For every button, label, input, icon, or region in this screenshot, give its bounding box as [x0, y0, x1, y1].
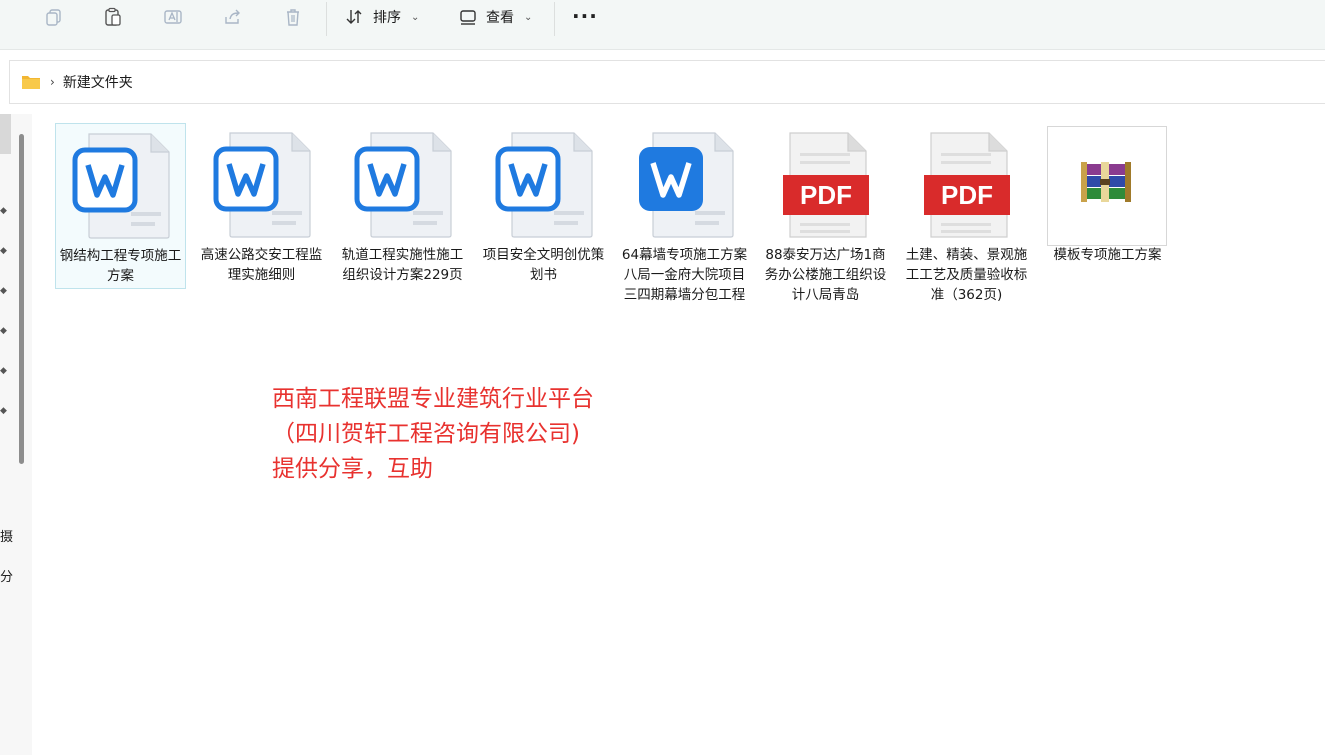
archive-rar-icon [1081, 162, 1131, 202]
share-icon [225, 9, 240, 24]
pdf-badge: PDF [800, 180, 852, 210]
view-button[interactable]: 查看 ⌄ [458, 4, 532, 30]
word-document-icon [213, 132, 311, 238]
file-item[interactable]: 轨道工程实施性施工组织设计方案229页 [337, 123, 468, 289]
word-document-icon [638, 132, 734, 238]
rename-icon [164, 10, 182, 24]
watermark-line: 西南工程联盟专业建筑行业平台 [272, 386, 594, 412]
pin-icon: ◆ [0, 206, 7, 216]
file-item[interactable]: 64幕墙专项施工方案八局一金府大院项目三四期幕墙分包工程 [619, 123, 750, 303]
pdf-document-icon: PDF [782, 132, 869, 238]
address-bar[interactable]: › 新建文件夹 [9, 60, 1325, 104]
word-document-icon [495, 132, 593, 238]
file-item[interactable]: PDF 土建、精装、景观施工工艺及质量验收标准（362页) [901, 123, 1032, 303]
trash-icon [287, 9, 299, 26]
navigation-pane: ◆ ◆ ◆ ◆ ◆ ◆ 摄 分 [0, 114, 32, 755]
copy-icon [46, 9, 61, 26]
file-name: 轨道工程实施性施工组织设计方案229页 [341, 247, 464, 283]
breadcrumb-current-folder[interactable]: 新建文件夹 [63, 72, 133, 92]
breadcrumb-chevron-icon: › [50, 75, 55, 89]
sort-label: 排序 [373, 10, 401, 26]
word-document-icon [354, 132, 452, 238]
file-name: 模板专项施工方案 [1053, 247, 1162, 263]
file-item[interactable]: 项目安全文明创优策划书 [478, 123, 609, 289]
nav-pane-edge [0, 114, 11, 154]
file-name: 64幕墙专项施工方案八局一金府大院项目三四期幕墙分包工程 [621, 247, 748, 303]
pin-icon: ◆ [0, 406, 7, 416]
file-item[interactable]: 钢结构工程专项施工方案 [55, 123, 186, 289]
command-bar: 排序 ⌄ 查看 ⌄ ··· [0, 0, 1325, 50]
more-options-button[interactable]: ··· [572, 4, 598, 28]
word-document-icon [72, 133, 170, 239]
file-name: 高速公路交安工程监理实施细则 [200, 247, 323, 283]
share-button[interactable] [219, 5, 247, 29]
watermark-line: （四川贺轩工程咨询有限公司) [272, 421, 580, 447]
rename-button[interactable] [159, 5, 187, 29]
chevron-down-icon: ⌄ [524, 11, 533, 23]
file-item[interactable]: PDF 88泰安万达广场1商务办公楼施工组织设计八局青岛 [760, 123, 891, 303]
file-list: 钢结构工程专项施工方案 高速公路交安工程监理实施细则 轨道工程实施性施工组织设计… [40, 114, 1325, 755]
pin-icon: ◆ [0, 286, 7, 296]
toolbar-divider [326, 2, 327, 36]
paste-icon [105, 7, 121, 26]
watermark-line: 提供分享，互助 [272, 456, 433, 482]
view-icon [460, 10, 476, 25]
pin-icon: ◆ [0, 366, 7, 376]
watermark-text: 西南工程联盟专业建筑行业平台 （四川贺轩工程咨询有限公司) 提供分享，互助 [272, 382, 594, 487]
folder-icon [22, 76, 40, 89]
sort-icon [346, 10, 362, 24]
file-name: 土建、精装、景观施工工艺及质量验收标准（362页) [905, 247, 1028, 303]
pin-icon: ◆ [0, 326, 7, 336]
nav-item-partial[interactable]: 分 [0, 566, 13, 585]
copy-button[interactable] [40, 5, 68, 29]
pdf-document-icon: PDF [923, 132, 1010, 238]
paste-button[interactable] [99, 5, 127, 29]
nav-scrollbar-thumb[interactable] [19, 134, 24, 464]
chevron-down-icon: ⌄ [411, 11, 420, 23]
pdf-badge: PDF [941, 180, 993, 210]
file-name: 钢结构工程专项施工方案 [59, 248, 182, 284]
sort-button[interactable]: 排序 ⌄ [345, 4, 419, 30]
nav-item-partial[interactable]: 摄 [0, 526, 13, 545]
toolbar-divider [554, 2, 555, 36]
pin-icon: ◆ [0, 246, 7, 256]
file-name: 88泰安万达广场1商务办公楼施工组织设计八局青岛 [764, 247, 887, 303]
file-item[interactable]: 高速公路交安工程监理实施细则 [196, 123, 327, 289]
file-item[interactable]: 模板专项施工方案 [1042, 123, 1173, 289]
delete-button[interactable] [279, 5, 307, 29]
view-label: 查看 [486, 10, 514, 26]
file-name: 项目安全文明创优策划书 [482, 247, 605, 283]
